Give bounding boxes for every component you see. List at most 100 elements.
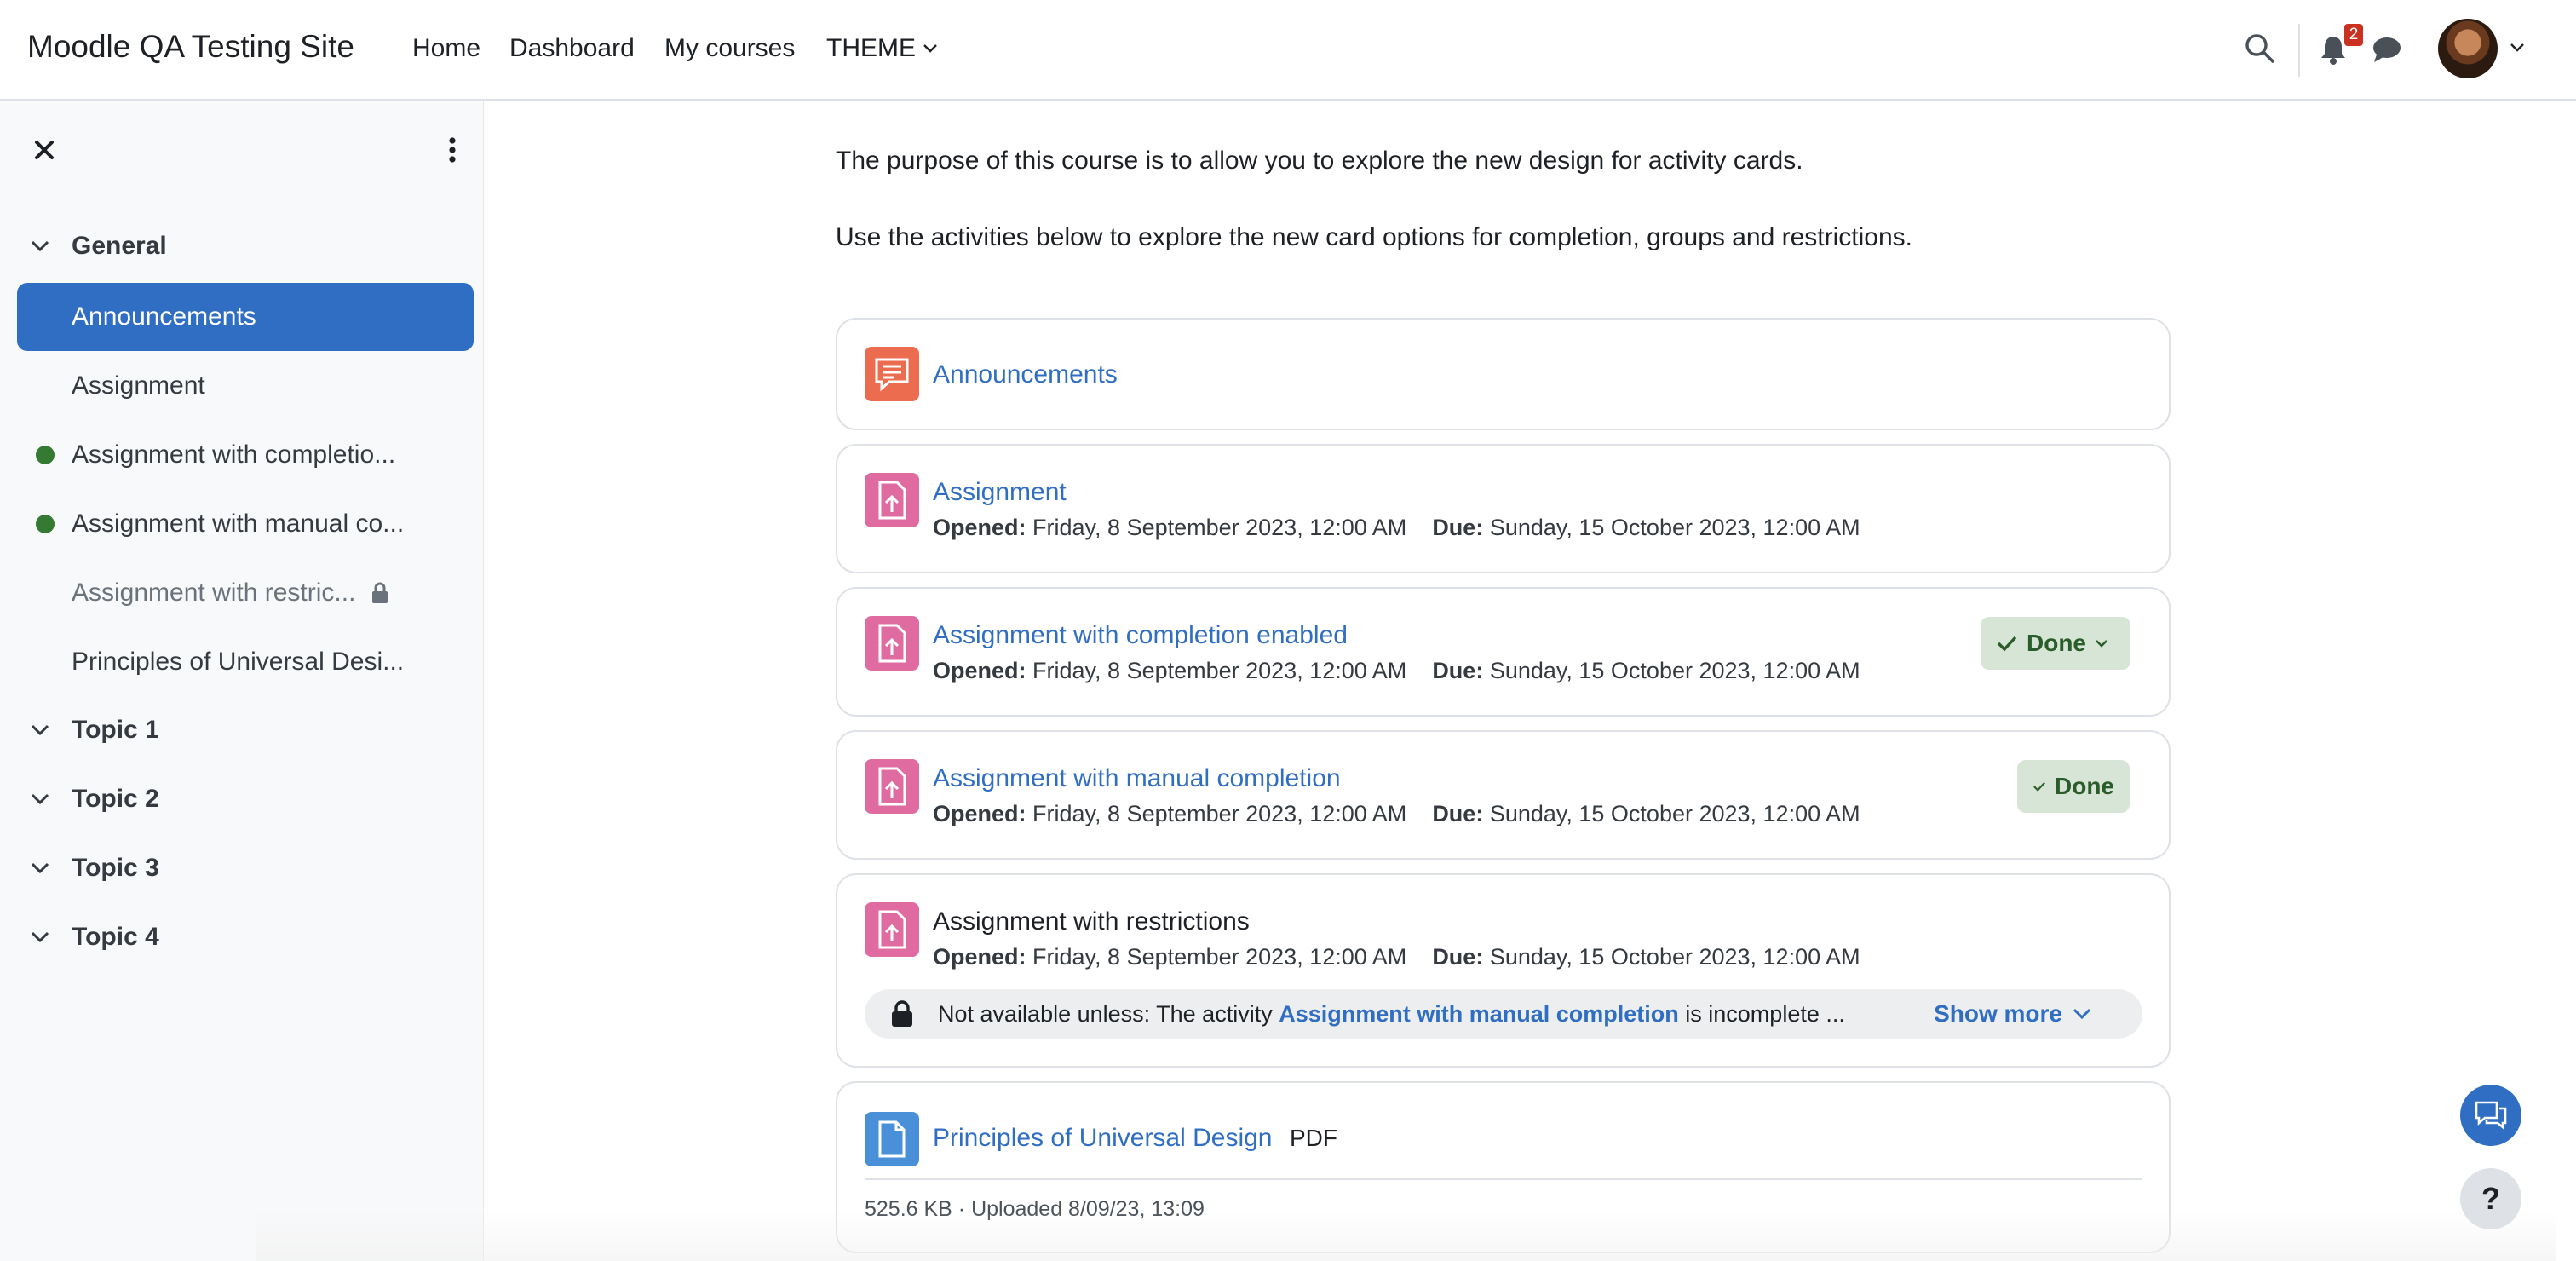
drawer-item-assignment-restrictions[interactable]: Assignment with restric... — [17, 559, 474, 627]
drawer-item-assignment-manual[interactable]: Assignment with manual co... — [17, 490, 474, 558]
opened-label: Opened: — [933, 944, 1026, 970]
check-icon — [2033, 781, 2045, 792]
drawer-item-label: Assignment with restric... — [72, 579, 356, 607]
section-label: General — [72, 232, 167, 260]
nav-home[interactable]: Home — [412, 34, 480, 63]
chat-widget-button[interactable] — [2460, 1085, 2521, 1146]
restriction-prefix: Not available unless: The activity — [938, 1000, 1273, 1027]
completion-dropdown-button[interactable]: Done — [1981, 617, 2130, 670]
section-label: Topic 4 — [72, 923, 159, 951]
chevron-down-icon — [31, 862, 49, 874]
check-icon — [1997, 636, 2017, 652]
activity-card-assignment: Assignment Opened: Friday, 8 September 2… — [836, 444, 2171, 573]
section-topic-1[interactable]: Topic 1 — [31, 716, 159, 745]
due-label: Due: — [1432, 658, 1484, 683]
divider — [865, 1178, 2142, 1180]
chevron-down-icon — [31, 931, 49, 943]
activity-card-assignment-completion: Assignment with completion enabled Opene… — [836, 587, 2171, 717]
section-label: Topic 3 — [72, 854, 159, 882]
chat-bubble-icon[interactable] — [2372, 36, 2402, 63]
section-general[interactable]: General — [31, 232, 167, 261]
mark-done-button[interactable]: Done — [2017, 760, 2130, 813]
course-intro-text: Use the activities below to explore the … — [836, 223, 1912, 251]
due-value: Sunday, 15 October 2023, 12:00 AM — [1489, 944, 1860, 970]
section-label: Topic 2 — [72, 785, 159, 813]
drawer-item-principles[interactable]: Principles of Universal Desi... — [17, 628, 474, 696]
nav-theme-label: THEME — [826, 34, 916, 62]
top-navbar: Moodle QA Testing Site Home Dashboard My… — [0, 0, 2576, 101]
activity-link[interactable]: Assignment — [933, 478, 1067, 507]
file-meta: 525.6 KB · Uploaded 8/09/23, 13:09 — [865, 1197, 1205, 1221]
opened-value: Friday, 8 September 2023, 12:00 AM — [1032, 801, 1407, 826]
file-title-row: Principles of Universal Design PDF — [933, 1124, 1337, 1153]
section-topic-2[interactable]: Topic 2 — [31, 785, 159, 814]
due-value: Sunday, 15 October 2023, 12:00 AM — [1489, 801, 1860, 826]
section-topic-4[interactable]: Topic 4 — [31, 923, 159, 952]
help-button[interactable]: ? — [2460, 1168, 2521, 1229]
completion-dot-icon — [36, 515, 55, 533]
restriction-suffix: is incomplete ... — [1685, 1000, 1845, 1027]
activity-card-assignment-manual: Assignment with manual completion Opened… — [836, 730, 2171, 860]
drawer-item-announcements[interactable]: Announcements — [17, 283, 474, 351]
activity-card-principles: Principles of Universal Design PDF 525.6… — [836, 1081, 2171, 1253]
chat-icon — [2475, 1101, 2507, 1130]
opened-label: Opened: — [933, 801, 1026, 826]
section-topic-3[interactable]: Topic 3 — [31, 854, 159, 883]
opened-value: Friday, 8 September 2023, 12:00 AM — [1032, 658, 1407, 683]
assignment-icon — [865, 902, 919, 957]
opened-label: Opened: — [933, 515, 1026, 540]
chevron-down-icon — [2073, 1008, 2091, 1020]
activity-link[interactable]: Assignment with manual completion — [933, 764, 1341, 793]
due-value: Sunday, 15 October 2023, 12:00 AM — [1489, 515, 1860, 540]
site-brand[interactable]: Moodle QA Testing Site — [27, 29, 354, 65]
navbar-divider — [2298, 24, 2300, 77]
search-icon[interactable] — [2244, 32, 2276, 65]
due-label: Due: — [1432, 944, 1484, 970]
notification-badge: 2 — [2344, 24, 2363, 46]
done-label: Done — [2027, 630, 2086, 656]
course-intro-text: The purpose of this course is to allow y… — [836, 147, 1803, 175]
drawer-item-assignment-completion[interactable]: Assignment with completio... — [17, 421, 474, 489]
show-more-button[interactable]: Show more — [1934, 1000, 2091, 1028]
nav-theme-menu[interactable]: THEME — [826, 34, 938, 63]
restriction-notice: Not available unless: The activity Assig… — [865, 989, 2142, 1039]
activity-link[interactable]: Announcements — [933, 360, 1118, 389]
activity-dates: Opened: Friday, 8 September 2023, 12:00 … — [933, 515, 1860, 541]
bell-icon[interactable] — [2319, 34, 2348, 65]
avatar[interactable] — [2438, 19, 2498, 78]
restriction-activity-link[interactable]: Assignment with manual completion — [1279, 1001, 1679, 1028]
due-value: Sunday, 15 October 2023, 12:00 AM — [1489, 658, 1860, 683]
opened-label: Opened: — [933, 658, 1026, 683]
file-type-label: PDF — [1289, 1125, 1337, 1151]
show-more-label: Show more — [1934, 1000, 2062, 1027]
chevron-down-icon — [2096, 640, 2107, 648]
chevron-down-icon[interactable] — [2510, 43, 2525, 53]
activity-card-assignment-restrictions: Assignment with restrictions Opened: Fri… — [836, 873, 2171, 1068]
nav-dashboard[interactable]: Dashboard — [509, 34, 635, 63]
chevron-down-icon — [923, 44, 937, 53]
due-label: Due: — [1432, 515, 1484, 540]
chevron-down-icon — [31, 793, 49, 805]
lock-icon — [372, 582, 388, 603]
assignment-icon — [865, 616, 919, 671]
more-options-icon[interactable] — [446, 135, 458, 165]
done-label: Done — [2055, 773, 2114, 799]
drawer-item-label: Assignment with completio... — [72, 440, 396, 469]
due-label: Due: — [1432, 801, 1484, 826]
activity-dates: Opened: Friday, 8 September 2023, 12:00 … — [933, 944, 1860, 970]
chevron-down-icon — [31, 240, 49, 252]
drawer-item-assignment[interactable]: Assignment — [17, 352, 474, 420]
activity-link[interactable]: Principles of Universal Design — [933, 1124, 1273, 1152]
activity-link[interactable]: Assignment with completion enabled — [933, 621, 1348, 650]
activity-dates: Opened: Friday, 8 September 2023, 12:00 … — [933, 658, 1860, 684]
drawer-item-label: Announcements — [72, 302, 256, 331]
activity-title: Assignment with restrictions — [933, 907, 1250, 936]
assignment-icon — [865, 759, 919, 814]
nav-my-courses[interactable]: My courses — [664, 34, 795, 63]
completion-dot-icon — [36, 446, 55, 464]
file-icon — [865, 1112, 919, 1166]
lock-icon — [892, 1000, 912, 1027]
activity-card-announcements: Announcements — [836, 318, 2171, 430]
close-icon[interactable] — [29, 135, 60, 165]
activity-dates: Opened: Friday, 8 September 2023, 12:00 … — [933, 801, 1860, 827]
